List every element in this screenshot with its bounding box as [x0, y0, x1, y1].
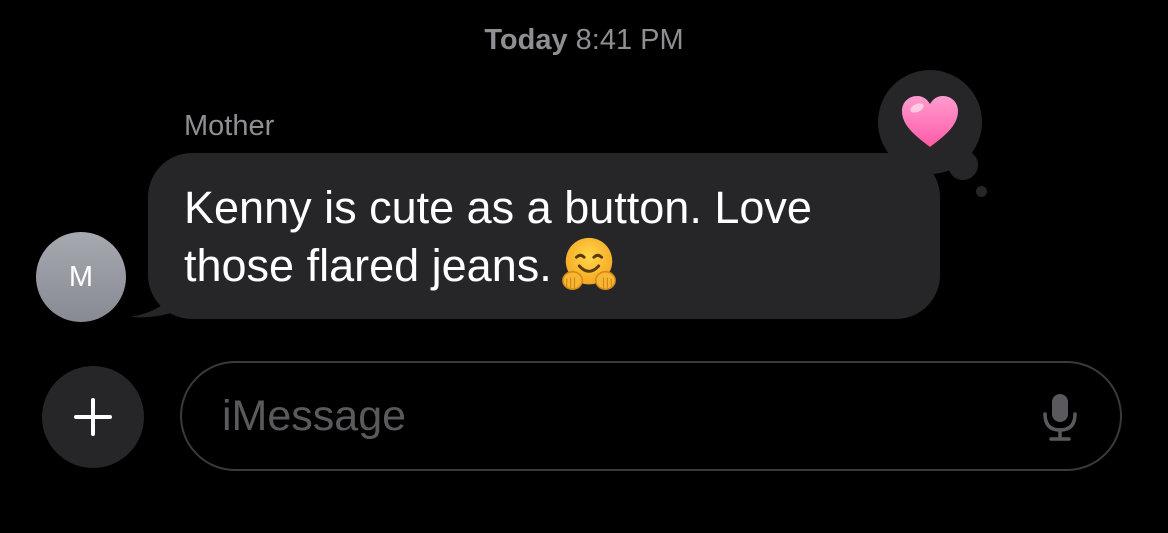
message-text: Kenny is cute as a button. Love those fl…	[184, 182, 812, 291]
tapback-tail-dot-small	[976, 186, 987, 197]
tapback-reaction[interactable]	[878, 70, 987, 197]
heart-icon	[902, 96, 958, 147]
timestamp-time: 8:41 PM	[575, 24, 684, 56]
avatar-initial: M	[68, 260, 94, 293]
tapback-bubble[interactable]	[878, 70, 982, 174]
plus-icon	[74, 398, 112, 436]
hugging-face-emoji-icon	[561, 237, 616, 291]
message-bubble[interactable]: Kenny is cute as a button. Love those fl…	[148, 153, 940, 319]
input-placeholder: iMessage	[222, 392, 407, 440]
timestamp-day: Today	[484, 24, 568, 56]
sender-name: Mother	[184, 110, 275, 142]
imessage-input[interactable]: iMessage	[180, 361, 1122, 471]
avatar[interactable]: M	[36, 232, 126, 322]
conversation-timestamp: Today 8:41 PM	[0, 24, 1168, 57]
message-bubble-container[interactable]: Kenny is cute as a button. Love those fl…	[130, 153, 940, 319]
microphone-icon[interactable]	[1040, 392, 1080, 442]
add-attachment-button[interactable]	[42, 366, 144, 468]
